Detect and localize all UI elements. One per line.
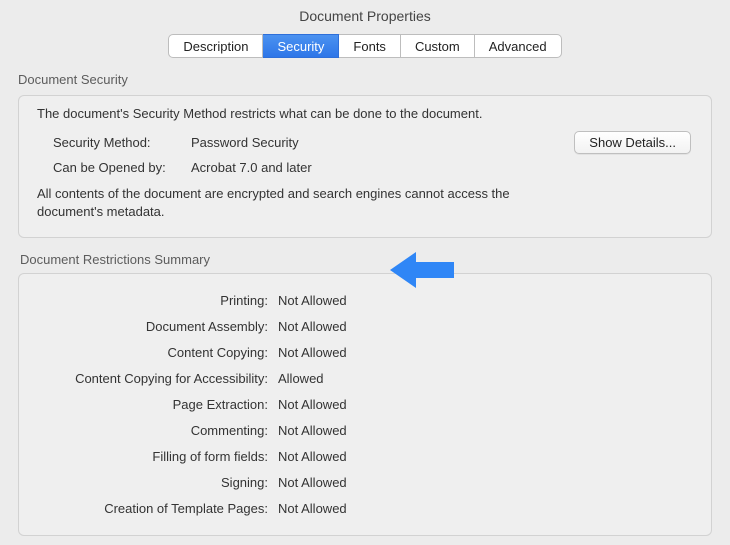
tab-custom[interactable]: Custom bbox=[401, 34, 475, 58]
document-properties-window: Document Properties Description Security… bbox=[0, 0, 730, 545]
restriction-signing: Signing: Not Allowed bbox=[33, 475, 697, 490]
restriction-label: Content Copying: bbox=[33, 345, 278, 360]
security-method-value: Password Security bbox=[191, 135, 299, 150]
restriction-label: Content Copying for Accessibility: bbox=[33, 371, 278, 386]
restriction-value: Not Allowed bbox=[278, 293, 347, 308]
restriction-label: Signing: bbox=[33, 475, 278, 490]
tab-fonts[interactable]: Fonts bbox=[339, 34, 401, 58]
restriction-label: Creation of Template Pages: bbox=[33, 501, 278, 516]
restriction-label: Document Assembly: bbox=[33, 319, 278, 334]
security-intro: The document's Security Method restricts… bbox=[37, 106, 697, 121]
restriction-value: Allowed bbox=[278, 371, 324, 386]
restriction-label: Page Extraction: bbox=[33, 397, 278, 412]
restrictions-section: Document Restrictions Summary Printing: … bbox=[18, 252, 712, 536]
restriction-label: Filling of form fields: bbox=[33, 449, 278, 464]
tab-description[interactable]: Description bbox=[168, 34, 263, 58]
show-details-button[interactable]: Show Details... bbox=[574, 131, 691, 154]
opened-by-label: Can be Opened by: bbox=[33, 160, 183, 175]
restriction-value: Not Allowed bbox=[278, 449, 347, 464]
restriction-value: Not Allowed bbox=[278, 423, 347, 438]
restriction-value: Not Allowed bbox=[278, 501, 347, 516]
security-method-label: Security Method: bbox=[33, 135, 183, 150]
security-method-row: Security Method: Password Security Show … bbox=[33, 131, 697, 154]
restriction-content-copying: Content Copying: Not Allowed bbox=[33, 345, 697, 360]
window-title: Document Properties bbox=[0, 0, 730, 28]
restriction-template-pages: Creation of Template Pages: Not Allowed bbox=[33, 501, 697, 516]
tab-security[interactable]: Security bbox=[263, 34, 339, 58]
tab-advanced[interactable]: Advanced bbox=[475, 34, 562, 58]
restriction-printing: Printing: Not Allowed bbox=[33, 293, 697, 308]
restriction-filling-form-fields: Filling of form fields: Not Allowed bbox=[33, 449, 697, 464]
restriction-page-extraction: Page Extraction: Not Allowed bbox=[33, 397, 697, 412]
security-note: All contents of the document are encrypt… bbox=[37, 185, 557, 221]
tab-bar: Description Security Fonts Custom Advanc… bbox=[0, 34, 730, 58]
restrictions-section-title: Document Restrictions Summary bbox=[20, 252, 712, 267]
security-panel: The document's Security Method restricts… bbox=[18, 95, 712, 238]
restriction-label: Commenting: bbox=[33, 423, 278, 438]
security-section-title: Document Security bbox=[18, 72, 730, 87]
restriction-value: Not Allowed bbox=[278, 475, 347, 490]
restriction-document-assembly: Document Assembly: Not Allowed bbox=[33, 319, 697, 334]
restriction-content-copying-accessibility: Content Copying for Accessibility: Allow… bbox=[33, 371, 697, 386]
opened-by-value: Acrobat 7.0 and later bbox=[191, 160, 312, 175]
restriction-value: Not Allowed bbox=[278, 345, 347, 360]
restrictions-panel: Printing: Not Allowed Document Assembly:… bbox=[18, 273, 712, 536]
restriction-commenting: Commenting: Not Allowed bbox=[33, 423, 697, 438]
restriction-value: Not Allowed bbox=[278, 397, 347, 412]
opened-by-row: Can be Opened by: Acrobat 7.0 and later bbox=[33, 160, 697, 175]
restriction-label: Printing: bbox=[33, 293, 278, 308]
restriction-value: Not Allowed bbox=[278, 319, 347, 334]
